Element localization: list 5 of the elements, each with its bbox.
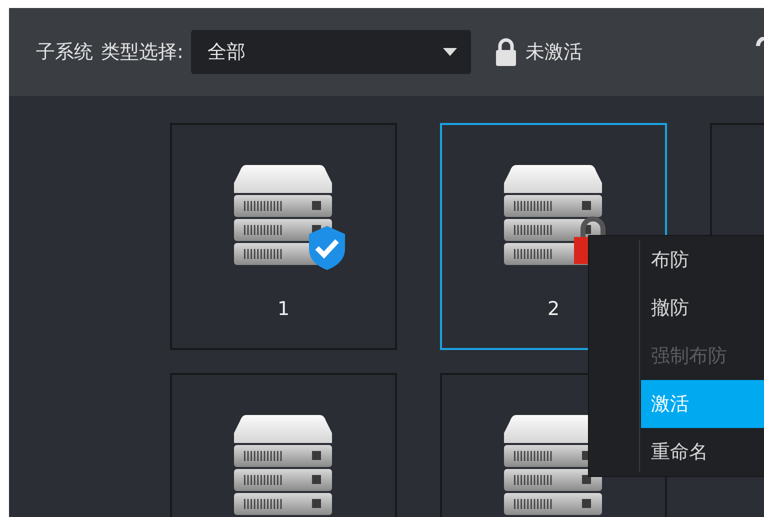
type-label: 类型选择:	[101, 40, 184, 65]
subsystem-label: 子系统	[36, 40, 93, 65]
activation-status: 未激活	[525, 40, 582, 65]
device-label: 2	[547, 297, 560, 322]
device-label: 1	[277, 297, 290, 322]
